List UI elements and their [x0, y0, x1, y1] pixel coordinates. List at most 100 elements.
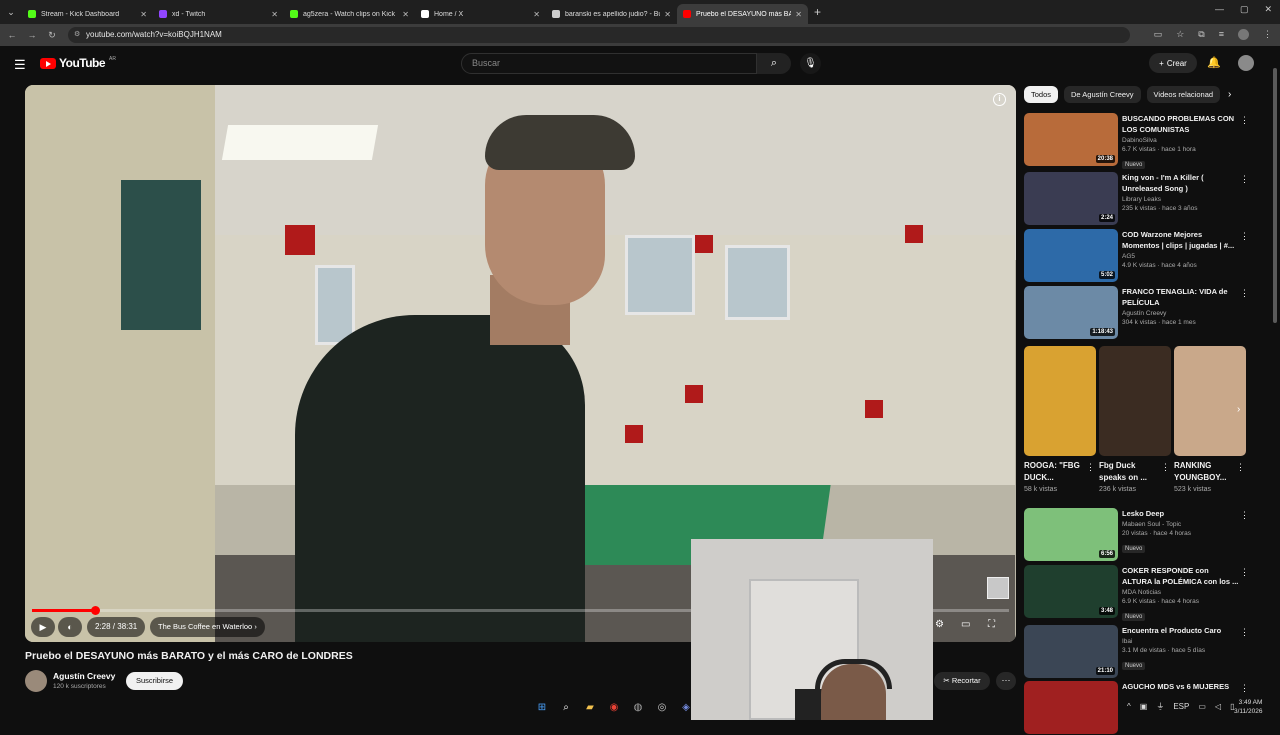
- channel-watermark[interactable]: [987, 577, 1009, 599]
- discord-icon[interactable]: ◈: [677, 698, 695, 716]
- chrome-icon[interactable]: ◉: [605, 698, 623, 716]
- more-options-icon[interactable]: ⋮: [1240, 115, 1249, 126]
- play-button[interactable]: ▶: [31, 617, 55, 637]
- more-options-icon[interactable]: ⋮: [1240, 567, 1249, 578]
- close-tab-icon[interactable]: ✕: [795, 10, 802, 19]
- more-options-icon[interactable]: ⋮: [1161, 462, 1170, 473]
- more-options-icon[interactable]: ⋮: [1240, 510, 1249, 521]
- more-options-icon[interactable]: ⋮: [1240, 288, 1249, 299]
- video-title[interactable]: COD Warzone Mejores Momentos | clips | j…: [1122, 229, 1240, 251]
- browser-tab[interactable]: Stream - Kick Dashboard ✕: [22, 4, 153, 24]
- short-thumbnail[interactable]: [1174, 346, 1246, 456]
- microphone-icon[interactable]: ⏚: [1156, 701, 1164, 712]
- settings-icon[interactable]: ⚙: [935, 619, 944, 630]
- short-thumbnail[interactable]: [1099, 346, 1171, 456]
- taskbar-search-icon[interactable]: ⌕: [557, 698, 575, 716]
- video-thumbnail[interactable]: [1024, 681, 1118, 734]
- search-button[interactable]: ⌕: [757, 53, 791, 74]
- recommended-video[interactable]: 20:38 BUSCANDO PROBLEMAS CON LOS COMUNIST…: [1024, 113, 1254, 169]
- video-thumbnail[interactable]: 21:10: [1024, 625, 1118, 678]
- cast-icon[interactable]: ▭: [1154, 29, 1163, 40]
- more-actions-button[interactable]: ···: [996, 672, 1016, 690]
- volume-button[interactable]: ◐: [58, 617, 82, 637]
- recommended-video[interactable]: 3:48 COKER RESPONDE con ALTURA la POLÉMIC…: [1024, 565, 1254, 621]
- browser-tab[interactable]: Home / X ✕: [415, 4, 546, 24]
- speaker-icon[interactable]: ◁: [1215, 702, 1221, 711]
- video-thumbnail[interactable]: 6:56: [1024, 508, 1118, 561]
- short-item[interactable]: RANKING YOUNGBOY... 523 k vistas ⋮: [1174, 346, 1246, 493]
- new-tab-icon[interactable]: +: [814, 5, 821, 19]
- browser-tab[interactable]: xd - Twitch ✕: [153, 4, 284, 24]
- fullscreen-icon[interactable]: ⛶: [988, 619, 995, 630]
- short-item[interactable]: Fbg Duck speaks on ... 236 k vistas ⋮: [1099, 346, 1171, 493]
- close-window-icon[interactable]: ✕: [1264, 4, 1272, 15]
- windows-start-icon[interactable]: ⊞: [533, 698, 551, 716]
- user-avatar[interactable]: [1238, 55, 1254, 71]
- maximize-icon[interactable]: ▢: [1240, 4, 1249, 15]
- recommended-video[interactable]: 1:18:43 FRANCO TENAGLIA: VIDA de PELÍCULA…: [1024, 286, 1254, 340]
- video-thumbnail[interactable]: 1:18:43: [1024, 286, 1118, 339]
- forward-icon[interactable]: →: [22, 30, 42, 40]
- short-item[interactable]: ROOGA: "FBG DUCK... 58 k vistas ⋮: [1024, 346, 1096, 493]
- search-input[interactable]: Buscar: [461, 53, 757, 74]
- tray-chevron-icon[interactable]: ^: [1127, 702, 1131, 711]
- youtube-logo[interactable]: YouTube AR: [40, 56, 116, 70]
- chapter-button[interactable]: The Bus Coffee en Waterloo ›: [150, 617, 265, 637]
- close-tab-icon[interactable]: ✕: [271, 10, 278, 19]
- back-icon[interactable]: ←: [2, 30, 22, 40]
- filter-chip[interactable]: Videos relacionad: [1146, 86, 1221, 103]
- reload-icon[interactable]: ↻: [42, 30, 62, 41]
- voice-search-button[interactable]: 🎙: [800, 53, 821, 74]
- close-tab-icon[interactable]: ✕: [533, 10, 540, 19]
- progress-scrubber[interactable]: [90, 606, 100, 615]
- channel-avatar[interactable]: [25, 670, 47, 692]
- create-button[interactable]: + Crear: [1149, 53, 1197, 73]
- page-scrollbar[interactable]: [1272, 60, 1278, 690]
- filter-chip[interactable]: Todos: [1024, 86, 1059, 103]
- filter-chip[interactable]: De Agustín Creevy: [1064, 86, 1141, 103]
- channel-name[interactable]: DabinoSilva: [1122, 137, 1240, 144]
- video-title[interactable]: AGUCHO MDS vs 6 MUJERES: [1122, 681, 1240, 692]
- video-title[interactable]: King von - I'm A Killer ( Unreleased Son…: [1122, 172, 1240, 194]
- recommended-video[interactable]: 6:56 Lesko Deep Mabaen Soul - Topic 20 vist…: [1024, 508, 1254, 562]
- more-options-icon[interactable]: ⋮: [1240, 627, 1249, 638]
- extensions-icon[interactable]: ⧉: [1198, 29, 1204, 40]
- lang-indicator[interactable]: ESP: [1173, 702, 1189, 711]
- channel-name[interactable]: Library Leaks: [1122, 196, 1240, 203]
- channel-name[interactable]: Agustín Creevy: [1122, 310, 1240, 317]
- short-title[interactable]: ROOGA: "FBG DUCK...: [1024, 460, 1084, 484]
- chevron-right-icon[interactable]: ›: [1228, 89, 1231, 100]
- info-icon[interactable]: i: [993, 93, 1006, 106]
- recommended-video[interactable]: 21:10 Encuentra el Producto Caro Ibai 3.1 M…: [1024, 625, 1254, 679]
- video-thumbnail[interactable]: 20:38: [1024, 113, 1118, 166]
- profile-avatar[interactable]: [1238, 29, 1249, 40]
- video-title[interactable]: FRANCO TENAGLIA: VIDA de PELÍCULA: [1122, 286, 1240, 308]
- recommended-video[interactable]: 5:02 COD Warzone Mejores Momentos | clips…: [1024, 229, 1254, 283]
- video-title[interactable]: BUSCANDO PROBLEMAS CON LOS COMUNISTAS: [1122, 113, 1240, 135]
- video-thumbnail[interactable]: 5:02: [1024, 229, 1118, 282]
- channel-name[interactable]: Mabaen Soul - Topic: [1122, 521, 1240, 528]
- clip-button[interactable]: ✂ Recortar: [934, 672, 990, 690]
- network-icon[interactable]: ▭: [1198, 702, 1206, 711]
- video-title[interactable]: Lesko Deep: [1122, 508, 1240, 519]
- subscribe-button[interactable]: Suscribirse: [126, 672, 183, 690]
- short-thumbnail[interactable]: [1024, 346, 1096, 456]
- bookmark-star-icon[interactable]: ☆: [1176, 29, 1184, 40]
- miniplayer-icon[interactable]: ▭: [961, 619, 970, 630]
- close-tab-icon[interactable]: ✕: [664, 10, 671, 19]
- tab-search-icon[interactable]: ⌄: [0, 0, 22, 24]
- app-icon[interactable]: ◎: [653, 698, 671, 716]
- notifications-icon[interactable]: 🔔: [1207, 56, 1221, 69]
- more-options-icon[interactable]: ⋮: [1086, 462, 1095, 473]
- channel-name[interactable]: Ibai: [1122, 638, 1240, 645]
- more-options-icon[interactable]: ⋮: [1236, 462, 1245, 473]
- site-info-icon[interactable]: ⚙: [74, 27, 80, 43]
- recommended-video[interactable]: 2:24 King von - I'm A Killer ( Unreleased…: [1024, 172, 1254, 226]
- shorts-next-icon[interactable]: ›: [1237, 404, 1251, 422]
- close-tab-icon[interactable]: ✕: [140, 10, 147, 19]
- video-title[interactable]: Encuentra el Producto Caro: [1122, 625, 1240, 636]
- tray-app-icon[interactable]: ▣: [1140, 702, 1148, 711]
- browser-tab[interactable]: Pruebo el DESAYUNO más BAR ✕: [677, 4, 808, 24]
- short-title[interactable]: RANKING YOUNGBOY...: [1174, 460, 1234, 484]
- close-tab-icon[interactable]: ✕: [402, 10, 409, 19]
